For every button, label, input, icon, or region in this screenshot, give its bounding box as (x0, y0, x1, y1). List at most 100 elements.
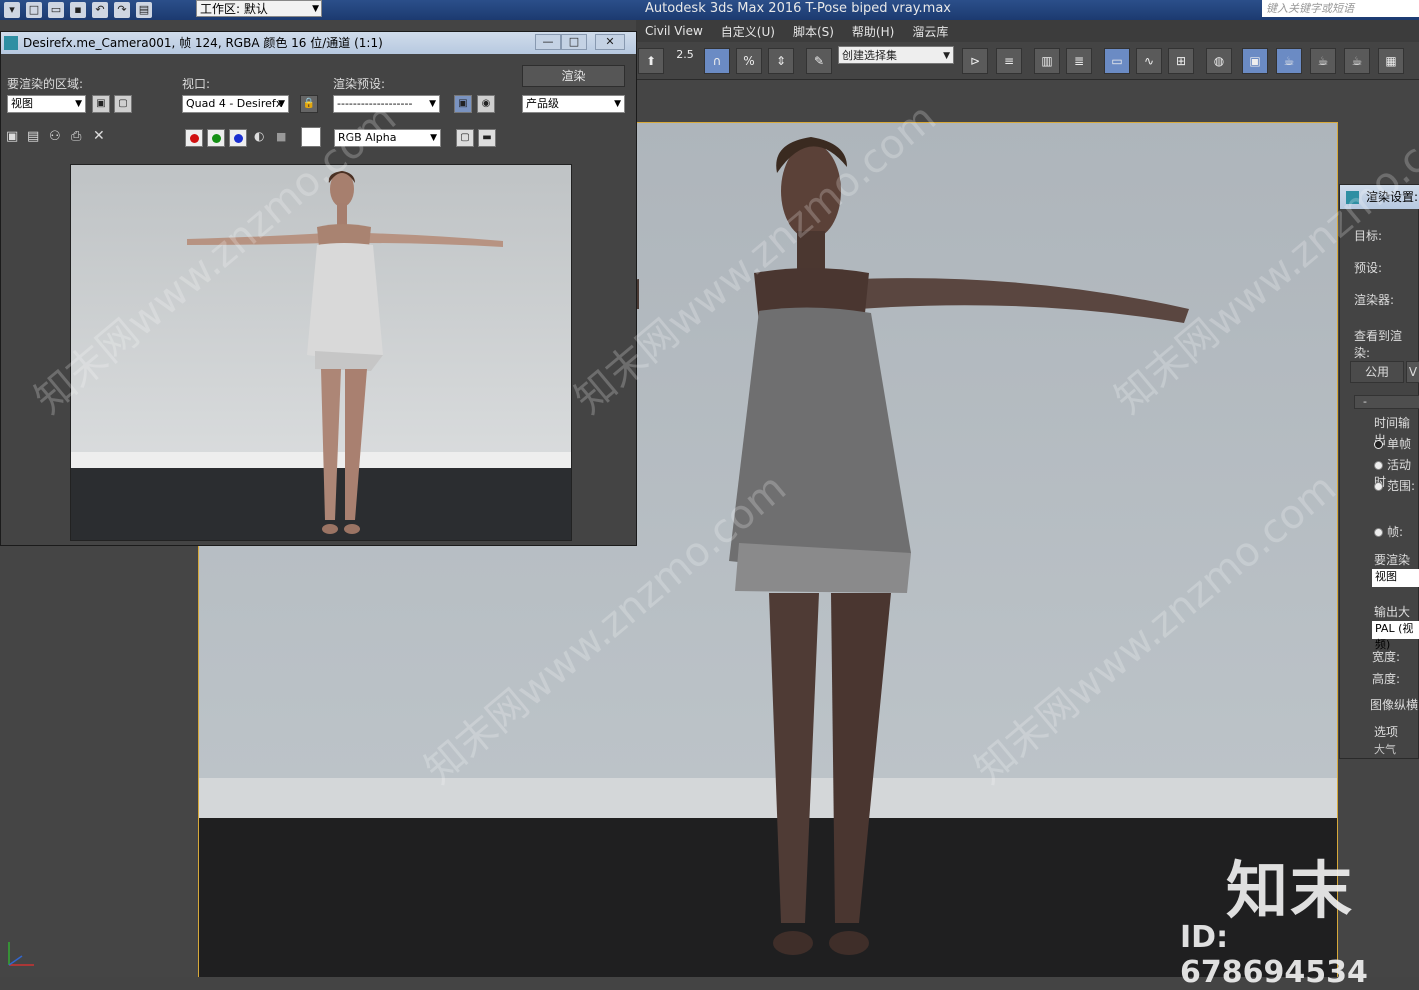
clone-window-icon[interactable]: ⚇ (49, 129, 61, 144)
lock-icon[interactable]: 🔒 (300, 95, 318, 113)
clear-icon[interactable]: ✕ (93, 128, 105, 144)
auto-region-icon[interactable]: ▢ (114, 95, 132, 113)
close-button[interactable]: ✕ (595, 34, 625, 50)
height-label: 高度: (1372, 672, 1401, 686)
menu-scripting[interactable]: 脚本(S) (784, 23, 843, 40)
open-file-icon[interactable]: ▭ (48, 2, 64, 18)
render-frame-window: Desirefx.me_Camera001, 帧 124, RGBA 颜色 16… (0, 31, 637, 546)
view-to-render-label: 查看到渲染: (1354, 329, 1403, 360)
area-to-render-value: 视图 (11, 97, 33, 110)
renderer-label: 渲染器: (1354, 293, 1395, 307)
render-button[interactable]: 渲染 (522, 65, 625, 87)
chevron-down-icon: ▼ (312, 4, 319, 14)
render-production-icon[interactable]: ☕ (1310, 48, 1336, 74)
print-image-icon[interactable]: ⎙ (71, 129, 81, 144)
maximize-button[interactable]: □ (561, 34, 587, 50)
range-label: 范围: (1387, 479, 1416, 493)
angle-snap-icon[interactable]: ∩ (704, 48, 730, 74)
viewport-dropdown[interactable]: Quad 4 - Desirefx ▼ (182, 95, 289, 113)
output-size-dropdown[interactable]: PAL (视频) (1372, 621, 1419, 651)
toggle-ui-overlay-icon[interactable]: ▢ (456, 129, 474, 147)
area-to-render-dropdown[interactable]: 视图 (1372, 569, 1419, 587)
menu-bar: Civil View 自定义(U) 脚本(S) 帮助(H) 溜云库 (636, 20, 1419, 42)
area-to-render-dropdown[interactable]: 视图 ▼ (7, 95, 86, 113)
production-dropdown[interactable]: 产品级 ▼ (522, 95, 625, 113)
chevron-down-icon: ▼ (943, 51, 950, 61)
render-setup-panel: 渲染设置: 目标: 预设: 渲染器: 查看到渲染: 公用 V - 时间输出 单帧… (1339, 184, 1419, 759)
image-id: ID: 678694534 (1180, 920, 1368, 990)
chevron-down-icon: ▼ (75, 99, 82, 109)
chevron-down-icon: ▼ (430, 133, 437, 143)
environment-effects-icon[interactable]: ◉ (477, 95, 495, 113)
main-toolbar: ⬆ 2.5 ∩ % ⇕ ✎ ⊳ ≡ ▥ ≣ ▭ ∿ ⊞ ◍ ▣ ☕ ☕ ☕ ▦ (636, 42, 1419, 80)
render-online-icon[interactable]: ▦ (1378, 48, 1404, 74)
new-file-icon[interactable]: □ (26, 2, 42, 18)
preset-label: 预设: (1354, 261, 1383, 275)
minimize-button[interactable]: — (535, 34, 561, 50)
viewport-value: Quad 4 - Desirefx (186, 97, 283, 110)
green-channel-toggle[interactable] (207, 129, 225, 147)
menu-civil-view[interactable]: Civil View (636, 24, 712, 38)
selection-set-label: 创建选择集 (842, 49, 897, 62)
toggle-ui-icon[interactable]: ▬ (478, 129, 496, 147)
menu-customize[interactable]: 自定义(U) (712, 23, 784, 40)
save-image-icon[interactable]: ▣ (6, 129, 18, 144)
render-setup-icon[interactable]: ▣ (1242, 48, 1268, 74)
width-label: 宽度: (1372, 650, 1401, 664)
spinner-snap-icon[interactable]: ⇕ (768, 48, 794, 74)
single-frame-label: 单帧 (1387, 437, 1412, 451)
snap-value: 2.5 (676, 48, 694, 61)
atmospherics-checkbox[interactable]: 大气 (1374, 741, 1396, 757)
render-setup-icon[interactable]: ▣ (454, 95, 472, 113)
tab-common[interactable]: 公用 (1350, 361, 1404, 383)
tab-vray[interactable]: V (1406, 361, 1419, 383)
menu-help[interactable]: 帮助(H) (843, 23, 903, 40)
brand-logo: 知末 (1226, 854, 1355, 927)
workspace-dropdown[interactable]: 工作区: 默认 ▼ (196, 0, 322, 17)
layer-manager-icon[interactable]: ≣ (1066, 48, 1092, 74)
frames-radio[interactable]: 帧: (1374, 523, 1403, 540)
rendered-character-figure (187, 171, 503, 534)
app-menu-icon[interactable]: ▾ (4, 2, 20, 18)
select-manipulate-icon[interactable]: ⬆ (638, 48, 664, 74)
render-preset-label: 渲染预设: (333, 77, 386, 91)
selection-set-dropdown[interactable]: 创建选择集 ▼ (838, 46, 954, 64)
save-file-icon[interactable]: ▪ (70, 2, 86, 18)
percent-snap-icon[interactable]: % (736, 48, 762, 74)
scene-explorer-icon[interactable]: ▥ (1034, 48, 1060, 74)
snap-toggle-button[interactable]: 2.5 (672, 48, 698, 74)
range-radio[interactable]: 范围: (1374, 477, 1415, 494)
edit-region-icon[interactable]: ▣ (92, 95, 110, 113)
rendered-frame-window-icon[interactable]: ☕ (1276, 48, 1302, 74)
app-title: Autodesk 3ds Max 2016 T-Pose biped vray.… (645, 1, 951, 16)
3dsmax-icon (4, 36, 18, 50)
alpha-channel-icon[interactable]: ◐ (254, 129, 264, 143)
chevron-down-icon: ▼ (429, 99, 436, 109)
menu-liuyun-library[interactable]: 溜云库 (903, 23, 957, 40)
mirror-icon[interactable]: ⊳ (962, 48, 988, 74)
production-value: 产品级 (526, 97, 559, 110)
redo-icon[interactable]: ↷ (114, 2, 130, 18)
schematic-view-icon[interactable]: ⊞ (1168, 48, 1194, 74)
options-label: 选项 (1374, 725, 1399, 739)
blue-channel-toggle[interactable] (229, 129, 247, 147)
single-frame-radio[interactable]: 单帧 (1374, 435, 1411, 452)
search-input[interactable]: 键入关键字或短语 (1262, 0, 1419, 17)
rollout-collapse-toggle[interactable]: - (1354, 395, 1419, 409)
chevron-down-icon: ▼ (278, 99, 285, 109)
project-folder-icon[interactable]: ▤ (136, 2, 152, 18)
render-iterative-icon[interactable]: ☕ (1344, 48, 1370, 74)
edit-named-selection-icon[interactable]: ✎ (806, 48, 832, 74)
align-icon[interactable]: ≡ (996, 48, 1022, 74)
rendered-image (70, 164, 572, 541)
material-editor-icon[interactable]: ◍ (1206, 48, 1232, 74)
copy-image-icon[interactable]: ▤ (27, 129, 39, 144)
chevron-down-icon: ▼ (614, 99, 621, 109)
curve-editor-icon[interactable]: ∿ (1136, 48, 1162, 74)
monochrome-icon[interactable]: ■ (276, 130, 286, 143)
viewport-label: 视口: (182, 77, 211, 91)
undo-icon[interactable]: ↶ (92, 2, 108, 18)
red-channel-toggle[interactable] (185, 129, 203, 147)
image-aspect-label: 图像纵横 (1370, 698, 1419, 712)
ribbon-toggle-icon[interactable]: ▭ (1104, 48, 1130, 74)
